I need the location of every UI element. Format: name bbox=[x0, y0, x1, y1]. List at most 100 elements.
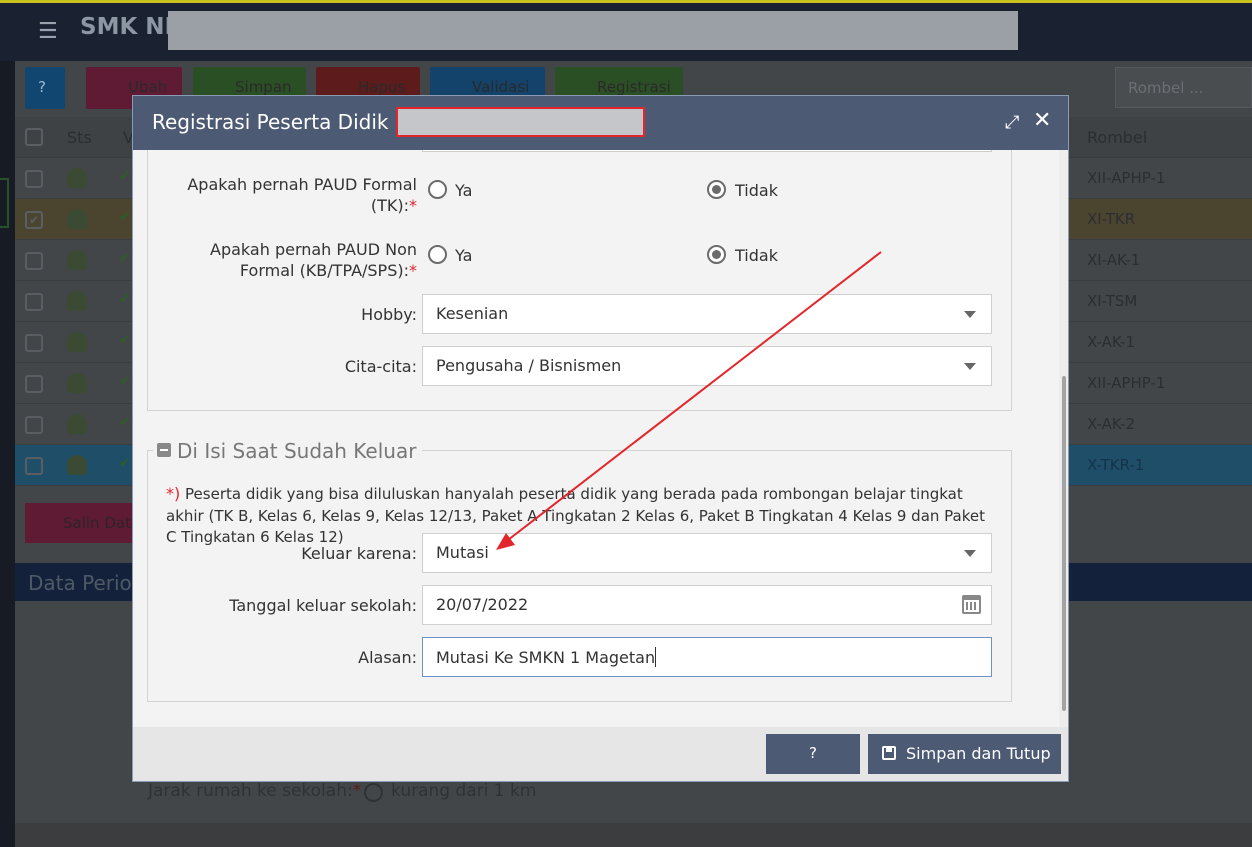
keluar-karena-label-wrap: Keluar karena: bbox=[147, 543, 417, 565]
app-name: SMK NE bbox=[80, 14, 181, 40]
rombel-cell: XI-TKR bbox=[1087, 210, 1136, 228]
paud-nonformal-label-wrap: Apakah pernah PAUD Non Formal (KB/TPA/SP… bbox=[147, 239, 417, 283]
row-checkbox-checked[interactable]: ✔ bbox=[25, 211, 43, 229]
paud-formal-label: Apakah pernah PAUD Formal (TK):* bbox=[187, 174, 417, 216]
salin-label: Salin Dat bbox=[63, 514, 131, 532]
hobby-label: Hobby: bbox=[361, 305, 417, 324]
student-icon bbox=[67, 291, 87, 311]
row-checkbox[interactable] bbox=[25, 293, 43, 311]
calendar-icon[interactable] bbox=[962, 595, 981, 614]
fieldset-keluar-title: Di Isi Saat Sudah Keluar bbox=[177, 439, 417, 463]
fieldset-keluar-legend[interactable]: Di Isi Saat Sudah Keluar bbox=[153, 439, 423, 463]
validasi-label: Validasi bbox=[472, 78, 530, 96]
registrasi-modal: Registrasi Peserta Didik : ⤢ ✕ Apakah pe… bbox=[132, 95, 1069, 782]
keluar-karena-select[interactable]: Mutasi bbox=[422, 533, 992, 573]
student-icon bbox=[67, 414, 87, 434]
alasan-label: Alasan: bbox=[358, 648, 417, 667]
check-icon: ✔ bbox=[119, 209, 131, 225]
simpan-label: Simpan bbox=[235, 78, 292, 96]
data-periodik-title: Data Perio bbox=[28, 571, 132, 595]
row-checkbox[interactable] bbox=[25, 334, 43, 352]
paud-nonformal-tidak-radio[interactable] bbox=[707, 245, 726, 264]
student-icon bbox=[67, 455, 87, 475]
paud-formal-ya-radio[interactable] bbox=[428, 180, 447, 199]
paud-formal-tidak-radio[interactable] bbox=[707, 180, 726, 199]
registrasi-label: Registrasi bbox=[597, 78, 671, 96]
row-checkbox[interactable] bbox=[25, 170, 43, 188]
row-checkbox[interactable] bbox=[25, 457, 43, 475]
paud-nonformal-ya-label[interactable]: Ya bbox=[455, 246, 472, 265]
help-button[interactable]: ? bbox=[766, 734, 860, 774]
selection-marker bbox=[0, 178, 9, 228]
redacted-student-name bbox=[396, 107, 645, 137]
save-icon bbox=[882, 746, 896, 760]
alasan-input[interactable]: Mutasi Ke SMKN 1 Magetan bbox=[422, 637, 992, 677]
rombel-cell: XI-AK-1 bbox=[1087, 251, 1141, 269]
hamburger-menu-icon[interactable]: ☰ bbox=[38, 19, 58, 44]
paud-formal-label-line1: Apakah pernah PAUD Formal bbox=[187, 175, 417, 194]
ubah-label: Ubah bbox=[128, 78, 168, 96]
rombel-search-input[interactable]: Rombel ... bbox=[1115, 67, 1252, 108]
student-icon bbox=[67, 168, 87, 188]
row-checkbox[interactable] bbox=[25, 375, 43, 393]
rombel-cell: XII-APHP-1 bbox=[1087, 374, 1166, 392]
cita-cita-label: Cita-cita: bbox=[344, 357, 417, 376]
previous-field-partial[interactable] bbox=[422, 150, 992, 152]
check-icon: ✔ bbox=[119, 332, 131, 348]
modal-footer: ? Simpan dan Tutup bbox=[133, 727, 1068, 781]
cita-cita-label-wrap: Cita-cita: bbox=[147, 356, 417, 378]
cita-cita-select[interactable]: Pengusaha / Bisnismen bbox=[422, 346, 992, 386]
note-marker: *) bbox=[166, 484, 181, 503]
paud-nonformal-label-line2: Formal (KB/TPA/SPS): bbox=[239, 261, 409, 280]
paud-formal-label-line2: (TK): bbox=[370, 196, 409, 215]
paud-nonformal-tidak-label[interactable]: Tidak bbox=[735, 246, 778, 265]
paud-nonformal-label: Apakah pernah PAUD Non Formal (KB/TPA/SP… bbox=[210, 239, 417, 281]
modal-scrollbar-thumb[interactable] bbox=[1062, 376, 1066, 711]
tanggal-keluar-value: 20/07/2022 bbox=[436, 595, 529, 614]
student-icon bbox=[67, 209, 87, 229]
paud-formal-label-wrap: Apakah pernah PAUD Formal (TK):* bbox=[147, 174, 417, 218]
redacted-area bbox=[168, 11, 1018, 50]
simpan-dan-tutup-button[interactable]: Simpan dan Tutup bbox=[868, 734, 1061, 774]
rombel-cell: X-TKR-1 bbox=[1087, 456, 1145, 474]
paud-formal-ya-label[interactable]: Ya bbox=[455, 181, 472, 200]
keluar-karena-value: Mutasi bbox=[436, 543, 489, 562]
rombel-cell: XI-TSM bbox=[1087, 292, 1138, 310]
column-header-rombel[interactable]: Rombel bbox=[1087, 128, 1147, 147]
student-icon bbox=[67, 332, 87, 352]
alasan-label-wrap: Alasan: bbox=[147, 647, 417, 669]
column-header-sts[interactable]: Sts bbox=[67, 128, 92, 147]
row-checkbox[interactable] bbox=[25, 416, 43, 434]
hobby-value: Kesenian bbox=[436, 304, 509, 323]
required-marker: * bbox=[409, 261, 417, 280]
hapus-label: Hapus bbox=[358, 78, 406, 96]
chevron-down-icon bbox=[964, 311, 976, 318]
chevron-down-icon bbox=[964, 550, 976, 557]
jarak-radio[interactable] bbox=[364, 783, 383, 802]
expand-icon[interactable]: ⤢ bbox=[1005, 112, 1019, 133]
modal-title: Registrasi Peserta Didik : bbox=[152, 110, 402, 134]
alasan-value: Mutasi Ke SMKN 1 Magetan bbox=[436, 648, 656, 667]
salin-data-button[interactable]: Salin Dat bbox=[25, 503, 133, 543]
tanggal-keluar-label-wrap: Tanggal keluar sekolah: bbox=[147, 595, 417, 617]
hobby-select[interactable]: Kesenian bbox=[422, 294, 992, 334]
collapse-icon[interactable] bbox=[157, 443, 171, 457]
select-all-checkbox[interactable] bbox=[25, 128, 43, 146]
help-icon: ? bbox=[809, 744, 817, 762]
modal-body: Apakah pernah PAUD Formal (TK):* Ya Tida… bbox=[133, 150, 1068, 727]
student-icon bbox=[67, 250, 87, 270]
help-icon: ? bbox=[38, 78, 46, 96]
row-checkbox[interactable] bbox=[25, 252, 43, 270]
tanggal-keluar-input[interactable]: 20/07/2022 bbox=[422, 585, 992, 625]
check-icon: ✔ bbox=[119, 414, 131, 430]
paud-formal-tidak-label[interactable]: Tidak bbox=[735, 181, 778, 200]
check-icon: ✔ bbox=[119, 373, 131, 389]
rombel-cell: X-AK-2 bbox=[1087, 415, 1136, 433]
tanggal-keluar-label: Tanggal keluar sekolah: bbox=[229, 596, 417, 615]
jarak-field: Jarak rumah ke sekolah:* kurang dari 1 k… bbox=[148, 781, 536, 802]
paud-nonformal-ya-radio[interactable] bbox=[428, 245, 447, 264]
help-button[interactable]: ? bbox=[25, 67, 65, 109]
chevron-down-icon bbox=[964, 363, 976, 370]
close-icon[interactable]: ✕ bbox=[1033, 108, 1051, 133]
paud-nonformal-label-line1: Apakah pernah PAUD Non bbox=[210, 240, 417, 259]
